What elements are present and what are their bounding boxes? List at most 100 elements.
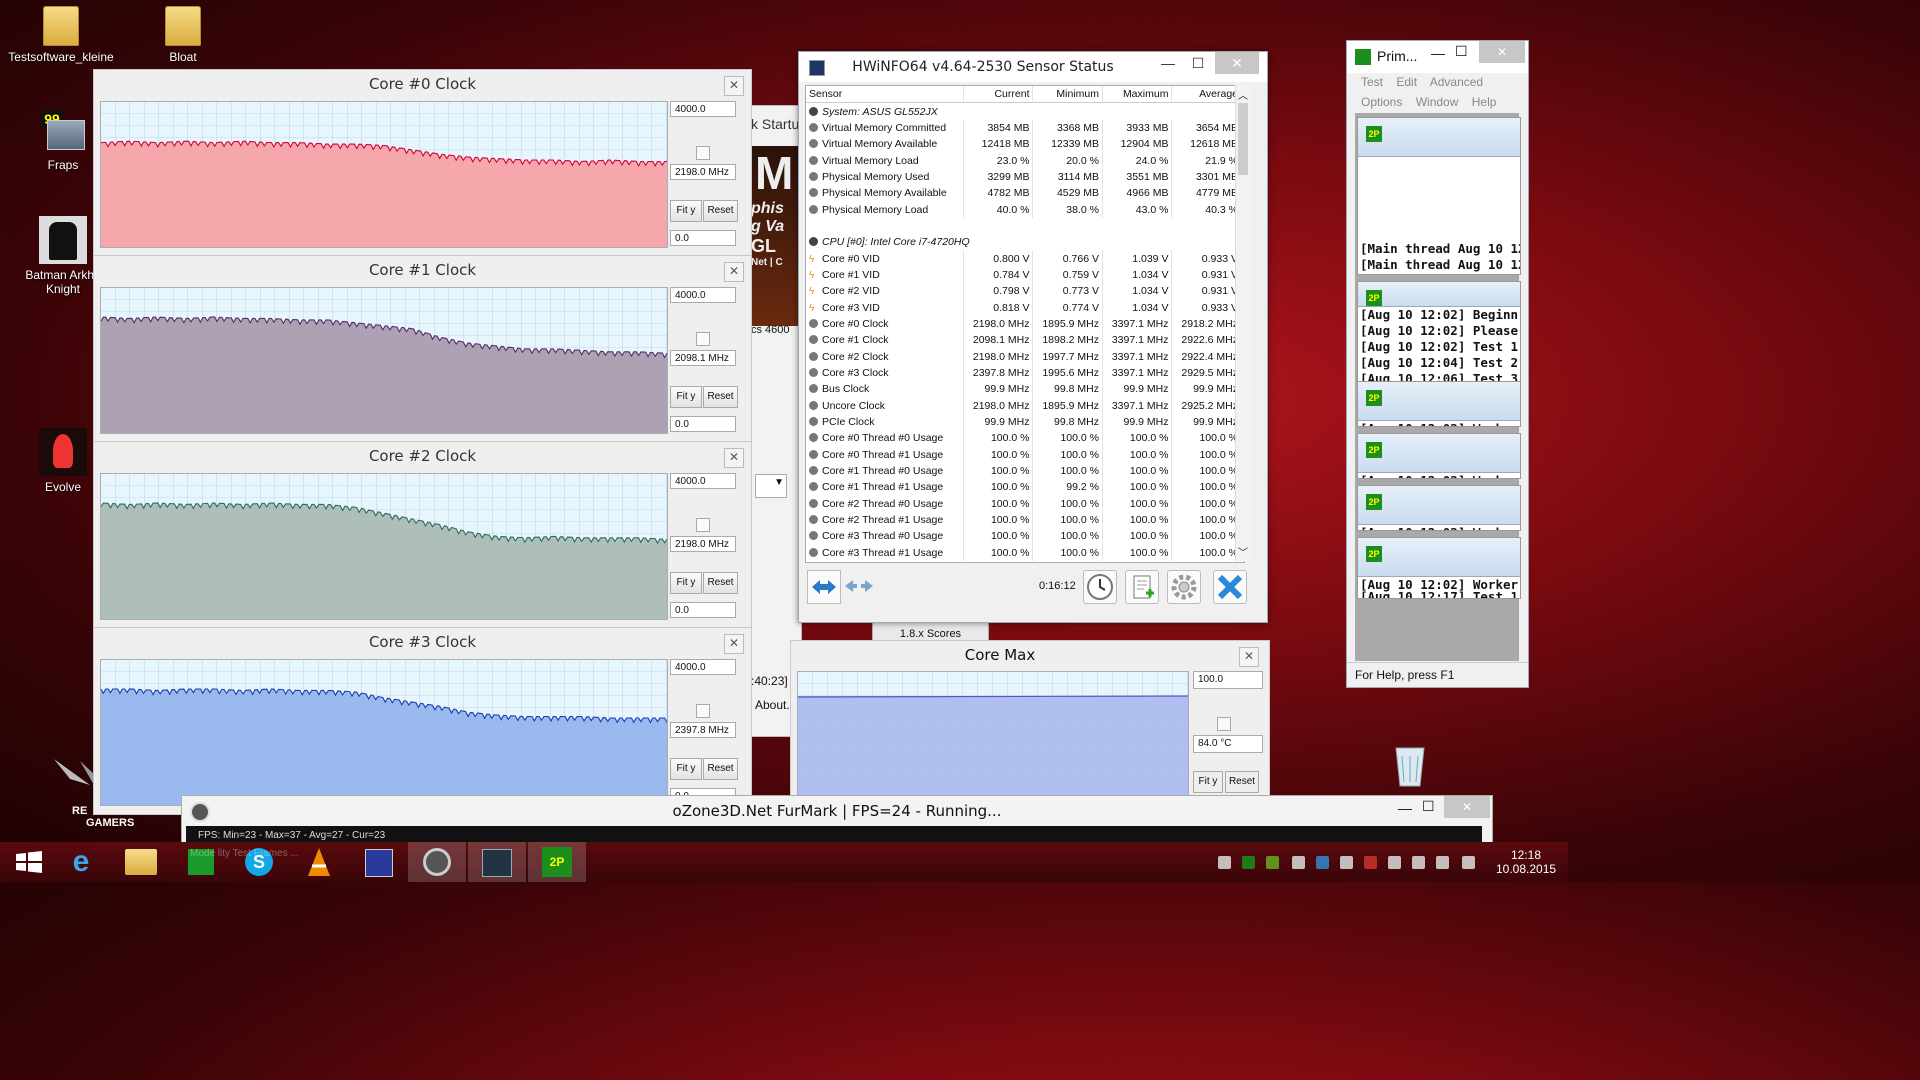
table-row[interactable]: Physical Memory Available 4782 MB 4529 MB 4… (806, 185, 1242, 202)
sensor-table[interactable]: Sensor Current Minimum Maximum Average S… (805, 85, 1245, 563)
close-icon[interactable]: ✕ (1239, 647, 1259, 667)
checkbox[interactable] (1217, 717, 1231, 731)
table-row[interactable]: Core #3 Clock 2397.8 MHz 1995.6 MHz 3397.1 … (806, 364, 1242, 382)
vertical-scrollbar[interactable]: ︿ ﹀ (1235, 85, 1251, 561)
table-row[interactable]: Core #0 Thread #0 Usage 100.0 % 100.0 % 100… (806, 430, 1242, 447)
max-value-input[interactable]: 100.0 (1193, 671, 1263, 689)
worker-window-5[interactable]: 2P [Aug 10 12:02] Worker [Aug 10 12:17] … (1357, 537, 1521, 599)
worker-window-4[interactable]: 2P [Aug 10 12:02] Worker (1357, 485, 1521, 531)
hwinfo-titlebar[interactable]: HWiNFO64 v4.64-2530 Sensor Status — ☐ ✕ (799, 52, 1267, 82)
checkbox[interactable] (696, 146, 710, 160)
checkbox[interactable] (696, 332, 710, 346)
menu-help[interactable]: Help (1472, 95, 1497, 109)
max-value-input[interactable]: 4000.0 (670, 287, 736, 303)
col-current[interactable]: Current (963, 86, 1034, 104)
table-row[interactable]: Core #1 Thread #1 Usage 100.0 % 99.2 % 100.… (806, 479, 1242, 496)
worker-window-2[interactable]: 2P [Aug 10 12:02] Worker (1357, 381, 1521, 427)
table-row[interactable]: Uncore Clock 2198.0 MHz 1895.9 MHz 3397.1 M… (806, 397, 1242, 414)
graph-window-core-1[interactable]: Core #1 Clock ✕ 4000.0 2098.1 MHz Fit y Reset… (93, 255, 752, 443)
close-button[interactable]: ✕ (1444, 796, 1490, 818)
fit-y-button[interactable]: Fit y (670, 758, 702, 780)
wifi-icon[interactable] (1436, 856, 1449, 869)
tray-icon-usb[interactable] (1388, 856, 1401, 869)
col-maximum[interactable]: Maximum (1102, 86, 1173, 104)
tray-icon-asus[interactable] (1316, 856, 1329, 869)
minimize-button[interactable]: — (1431, 45, 1445, 61)
maximize-button[interactable]: ☐ (1183, 52, 1213, 74)
table-row[interactable]: ϟ Core #3 VID 0.818 V 0.774 V 1.034 V 0.933 V (806, 299, 1242, 316)
menu-window[interactable]: Window (1416, 95, 1459, 109)
worker-window-3[interactable]: 2P [Aug 10 12:02] Worker (1357, 433, 1521, 479)
core-max-window[interactable]: Core Max ✕ 100.0 84.0 °C Fit y Reset (790, 640, 1270, 800)
table-row[interactable]: ϟ Core #2 VID 0.798 V 0.773 V 1.034 V 0.931 V (806, 283, 1242, 300)
table-row[interactable]: PCIe Clock 99.9 MHz 99.8 MHz 99.9 MHz 99.9 M… (806, 413, 1242, 431)
prime95-titlebar[interactable]: Prim... — ☐ ✕ (1347, 41, 1528, 73)
tray-icon-prime95[interactable] (1242, 856, 1255, 869)
maximize-button[interactable]: ☐ (1422, 798, 1435, 815)
maximize-button[interactable]: ☐ (1455, 43, 1468, 60)
table-row[interactable] (806, 217, 1242, 235)
chevron-up-icon[interactable]: ︿ (1238, 87, 1248, 102)
floppy-taskbar[interactable] (350, 842, 408, 882)
tray-icon-hwinfo[interactable] (1218, 856, 1231, 869)
graph-window-core-3[interactable]: Core #3 Clock ✕ 4000.0 2397.8 MHz Fit y Reset… (93, 627, 752, 815)
start-button[interactable] (0, 842, 58, 882)
settings-button[interactable] (1167, 570, 1201, 604)
max-value-input[interactable]: 4000.0 (670, 101, 736, 117)
background-dropdown[interactable]: ▼ (755, 474, 787, 498)
table-row[interactable]: ϟ Core #0 VID 0.800 V 0.766 V 1.039 V 0.933 V (806, 250, 1242, 267)
log-button[interactable] (1125, 570, 1159, 604)
internet-explorer-taskbar[interactable]: e (52, 842, 110, 882)
battery-icon[interactable] (1412, 856, 1425, 869)
tray-icon-display[interactable] (1292, 856, 1305, 869)
col-sensor[interactable]: Sensor (806, 86, 964, 104)
reset-button[interactable]: Reset (703, 758, 738, 780)
menu-test[interactable]: Test (1361, 75, 1383, 89)
table-row[interactable]: Core #1 Thread #0 Usage 100.0 % 100.0 % 100… (806, 462, 1242, 480)
minimize-button[interactable]: — (1153, 52, 1183, 74)
file-explorer-taskbar[interactable] (112, 842, 170, 882)
prime95-taskbar[interactable]: 2P (528, 842, 586, 882)
close-button[interactable]: ✕ (1479, 41, 1525, 63)
table-row[interactable]: Virtual Memory Available 12418 MB 12339 MB… (806, 136, 1242, 153)
table-row[interactable]: Core #0 Clock 2198.0 MHz 1895.9 MHz 3397.1 … (806, 315, 1242, 333)
reset-button[interactable]: Reset (703, 200, 738, 222)
min-value-input[interactable]: 0.0 (670, 602, 736, 618)
furmark-window[interactable]: oZone3D.Net FurMark | FPS=24 - Running..… (181, 795, 1493, 847)
table-row[interactable]: ϟ Core #1 VID 0.784 V 0.759 V 1.034 V 0.931 V (806, 266, 1242, 284)
menu-options[interactable]: Options (1361, 95, 1402, 109)
clock-button[interactable] (1083, 570, 1117, 604)
group-row[interactable]: System: ASUS GL552JX (806, 102, 1242, 120)
table-row[interactable]: Bus Clock 99.9 MHz 99.8 MHz 99.9 MHz 99.9 MH… (806, 381, 1242, 398)
main-thread-window[interactable]: 2P [Main thread Aug 10 12 [Main thread A… (1357, 117, 1521, 275)
minimize-button[interactable]: — (1398, 800, 1412, 816)
col-minimum[interactable]: Minimum (1032, 86, 1103, 104)
desktop-icon-testsoftware[interactable]: Testsoftware_kleine (6, 6, 116, 64)
table-row[interactable]: Virtual Memory Load 23.0 % 20.0 % 24.0 % 21.… (806, 152, 1242, 169)
furmark-taskbar[interactable] (408, 842, 466, 882)
worker-window-1[interactable]: 2P [Aug 10 12:02] Beginn [Aug 10 12:02] … (1357, 281, 1521, 383)
desktop-icon-bloat[interactable]: Bloat (128, 6, 238, 64)
table-row[interactable]: Core #2 Thread #1 Usage 100.0 % 100.0 % 100… (806, 511, 1242, 529)
scrollbar-thumb[interactable] (1238, 103, 1248, 175)
fit-y-button[interactable]: Fit y (1193, 771, 1223, 793)
table-row[interactable]: Physical Memory Load 40.0 % 38.0 % 43.0 % 40… (806, 201, 1242, 218)
graph-window-core-0[interactable]: Core #0 Clock ✕ 4000.0 2198.0 MHz Fit y Reset… (93, 69, 752, 257)
tray-icon-nvidia[interactable] (1266, 856, 1279, 869)
max-value-input[interactable]: 4000.0 (670, 659, 736, 675)
min-value-input[interactable]: 0.0 (670, 230, 736, 246)
group-row[interactable]: CPU [#0]: Intel Core i7-4720HQ (806, 234, 1242, 251)
table-row[interactable]: Core #2 Clock 2198.0 MHz 1997.7 MHz 3397.1 … (806, 348, 1242, 365)
table-row[interactable]: Core #3 Thread #0 Usage 100.0 % 100.0 % 100… (806, 528, 1242, 545)
reset-button[interactable]: Reset (1225, 771, 1259, 793)
checkbox[interactable] (696, 704, 710, 718)
max-value-input[interactable]: 4000.0 (670, 473, 736, 489)
fit-y-button[interactable]: Fit y (670, 572, 702, 594)
hwinfo-taskbar[interactable] (468, 842, 526, 882)
expand-button[interactable] (807, 570, 841, 604)
min-value-input[interactable]: 0.0 (670, 416, 736, 432)
tray-icon-printer[interactable] (1340, 856, 1353, 869)
graph-window-core-2[interactable]: Core #2 Clock ✕ 4000.0 2198.0 MHz Fit y Reset… (93, 441, 752, 629)
menu-advanced[interactable]: Advanced (1430, 75, 1483, 89)
fit-y-button[interactable]: Fit y (670, 386, 702, 408)
